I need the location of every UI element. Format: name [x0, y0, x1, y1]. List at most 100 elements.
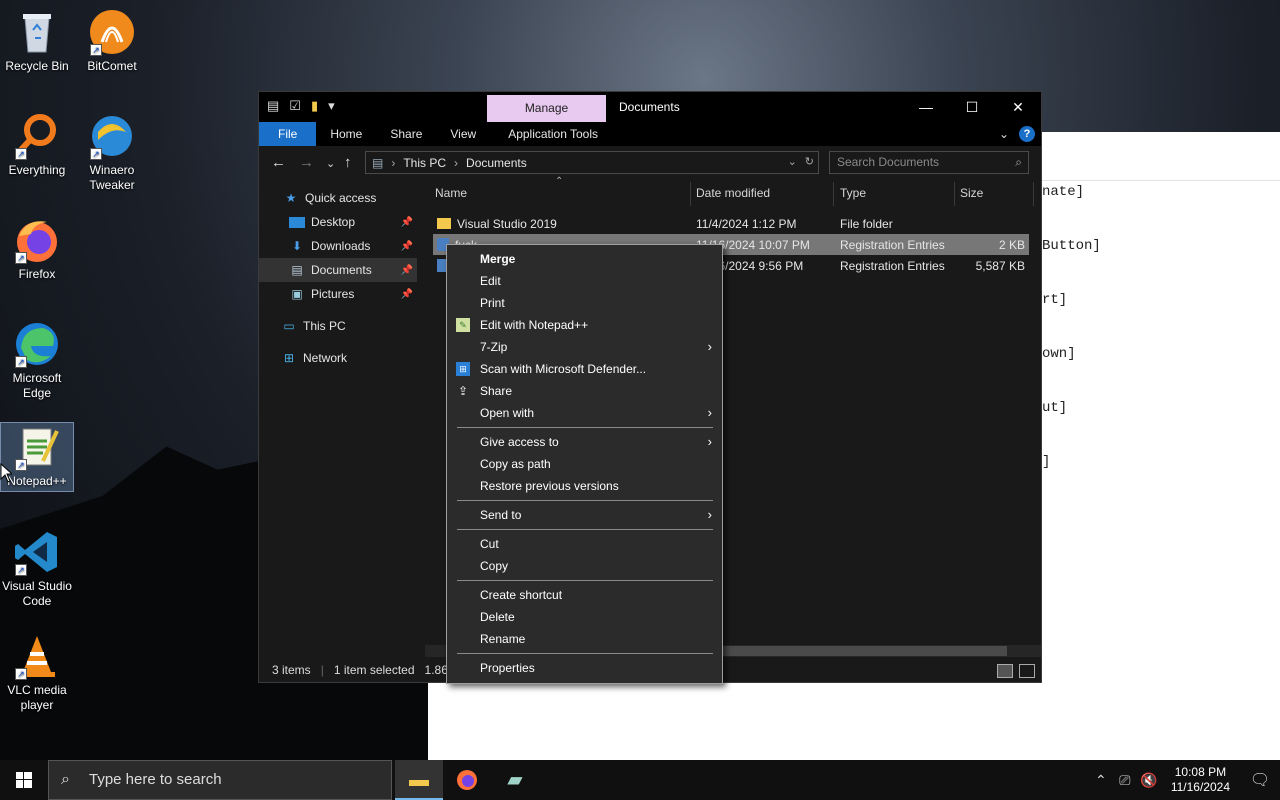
desktop-icon-vscode[interactable]: ↗ Visual Studio Code [0, 528, 74, 609]
taskbar-notepad-plus-plus[interactable]: ▰ [491, 760, 539, 800]
close-button[interactable]: ✕ [995, 92, 1041, 122]
separator-chevron-icon: › [454, 155, 459, 170]
desktop-icon-label: Microsoft Edge [12, 371, 62, 400]
address-dropdown-chevron-icon[interactable]: ⌄ [788, 155, 797, 168]
menu-item-copy[interactable]: Copy [447, 555, 722, 577]
desktop-icon-vlc[interactable]: ↗ VLC media player [0, 632, 74, 713]
nav-network[interactable]: ⊞ Network [259, 346, 417, 370]
menu-item-cut[interactable]: Cut [447, 533, 722, 555]
properties-check-icon[interactable]: ☑ [289, 98, 301, 114]
menu-item-edit[interactable]: Edit [447, 270, 722, 292]
menu-item-properties[interactable]: Properties [447, 657, 722, 679]
desktop-icon-microsoft-edge[interactable]: ↗ Microsoft Edge [0, 320, 74, 401]
menu-label: Cut [480, 537, 499, 551]
star-icon: ★ [285, 191, 297, 205]
breadcrumb-documents[interactable]: Documents [466, 156, 527, 170]
desktop-icon-recycle-bin[interactable]: Recycle Bin [0, 8, 74, 74]
desktop-icon-label: Recycle Bin [5, 59, 69, 73]
column-header-size[interactable]: Size [960, 186, 983, 200]
tab-view[interactable]: View [436, 122, 490, 146]
title-bar[interactable]: ▤ ☑ ▮ ▾ Manage Documents — ☐ ✕ [259, 92, 1041, 122]
customize-toolbar-icon[interactable]: ▾ [328, 98, 335, 114]
nav-quick-access[interactable]: ★ Quick access [259, 186, 417, 210]
menu-label: Delete [480, 610, 515, 624]
menu-item-send-to[interactable]: Send to › [447, 504, 722, 526]
file-type: Registration Entries [840, 238, 945, 252]
large-icons-view-icon[interactable] [1019, 664, 1035, 678]
details-view-icon[interactable] [997, 664, 1013, 678]
shortcut-arrow-icon: ↗ [15, 356, 27, 368]
nav-documents[interactable]: ▤ Documents 📌 [259, 258, 417, 282]
submenu-chevron-icon: › [707, 405, 712, 420]
tab-file[interactable]: File [259, 122, 317, 146]
nav-downloads[interactable]: ⬇ Downloads 📌 [259, 234, 417, 258]
search-documents-input[interactable]: Search Documents ⌕ [829, 151, 1029, 174]
file-name: Visual Studio 2019 [457, 217, 557, 231]
file-date: 11/4/2024 1:12 PM [696, 217, 797, 231]
taskbar-firefox[interactable] [443, 760, 491, 800]
menu-item-share[interactable]: ⇪ Share [447, 380, 722, 402]
menu-item-edit-notepad-plus-plus[interactable]: ✎ Edit with Notepad++ [447, 314, 722, 336]
desktop-icon-bitcomet[interactable]: ↗ BitComet [75, 8, 149, 74]
breadcrumb-this-pc[interactable]: This PC [403, 156, 446, 170]
taskbar-search-box[interactable]: ⌕ Type here to search [48, 760, 392, 800]
start-button[interactable] [0, 760, 48, 800]
notepad-plus-plus-icon: ✎ [456, 318, 470, 332]
tab-share[interactable]: Share [376, 122, 436, 146]
menu-item-copy-as-path[interactable]: Copy as path [447, 453, 722, 475]
desktop-icon-winaero-tweaker[interactable]: ↗ Winaero Tweaker [75, 112, 149, 193]
menu-item-scan-defender[interactable]: ⊞ Scan with Microsoft Defender... [447, 358, 722, 380]
new-folder-icon[interactable]: ▮ [311, 98, 318, 114]
menu-item-merge[interactable]: Merge [447, 248, 722, 270]
network-icon[interactable]: ⎚ [1113, 772, 1137, 789]
tab-manage[interactable]: Manage [487, 95, 606, 122]
address-bar[interactable]: ▤ › This PC › Documents ⌄ ↻ [365, 151, 819, 174]
up-arrow-icon[interactable]: ↑ [344, 154, 352, 171]
menu-item-delete[interactable]: Delete [447, 606, 722, 628]
volume-muted-icon[interactable]: 🔇 [1137, 772, 1161, 789]
nav-label: Quick access [305, 191, 377, 205]
maximize-button[interactable]: ☐ [949, 92, 995, 122]
minimize-button[interactable]: — [903, 92, 949, 122]
menu-item-7zip[interactable]: 7-Zip › [447, 336, 722, 358]
column-divider[interactable] [833, 182, 834, 206]
navigation-pane: ★ Quick access Desktop 📌 ⬇ Downloads 📌 ▤… [259, 182, 417, 652]
file-type: File folder [840, 217, 893, 231]
menu-separator [457, 529, 713, 530]
taskbar-file-explorer[interactable]: ▬ [395, 760, 443, 800]
column-header-type[interactable]: Type [840, 186, 866, 200]
menu-item-rename[interactable]: Rename [447, 628, 722, 650]
notifications-icon[interactable]: 🗨 [1240, 770, 1280, 790]
menu-label: Share [480, 384, 513, 398]
menu-item-print[interactable]: Print [447, 292, 722, 314]
menu-label: Give access to [480, 435, 559, 449]
nav-pictures[interactable]: ▣ Pictures 📌 [259, 282, 417, 306]
menu-item-give-access[interactable]: Give access to › [447, 431, 722, 453]
help-icon[interactable]: ? [1019, 126, 1035, 142]
column-header-date[interactable]: Date modified [696, 186, 770, 200]
column-divider[interactable] [1033, 182, 1034, 206]
menu-item-open-with[interactable]: Open with › [447, 402, 722, 424]
menu-separator [457, 427, 713, 428]
scrollbar-thumb[interactable] [711, 646, 1007, 656]
clock[interactable]: 10:08 PM 11/16/2024 [1171, 765, 1230, 795]
menu-item-restore-previous-versions[interactable]: Restore previous versions [447, 475, 722, 497]
column-header-name[interactable]: Name [435, 186, 467, 200]
recent-locations-chevron-icon[interactable]: ⌄ [326, 157, 335, 170]
forward-arrow-icon[interactable]: → [299, 154, 314, 171]
desktop-icon-everything[interactable]: ↗ Everything [0, 112, 74, 178]
back-arrow-icon[interactable]: ← [271, 154, 286, 171]
desktop-icon-firefox[interactable]: ↗ Firefox [0, 216, 74, 282]
column-divider[interactable] [954, 182, 955, 206]
editor-text-line: ] [1042, 454, 1051, 470]
nav-desktop[interactable]: Desktop 📌 [259, 210, 417, 234]
show-hidden-icons-chevron-icon[interactable]: ⌃ [1089, 772, 1113, 789]
expand-ribbon-chevron-icon[interactable]: ⌄ [999, 127, 1009, 141]
file-row[interactable]: Visual Studio 2019 11/4/2024 1:12 PM Fil… [433, 213, 1029, 234]
menu-item-create-shortcut[interactable]: Create shortcut [447, 584, 722, 606]
tab-home[interactable]: Home [316, 122, 376, 146]
refresh-icon[interactable]: ↻ [805, 155, 814, 168]
tab-application-tools[interactable]: Application Tools [490, 122, 612, 146]
column-divider[interactable] [690, 182, 691, 206]
nav-this-pc[interactable]: ▭ This PC [259, 314, 417, 338]
